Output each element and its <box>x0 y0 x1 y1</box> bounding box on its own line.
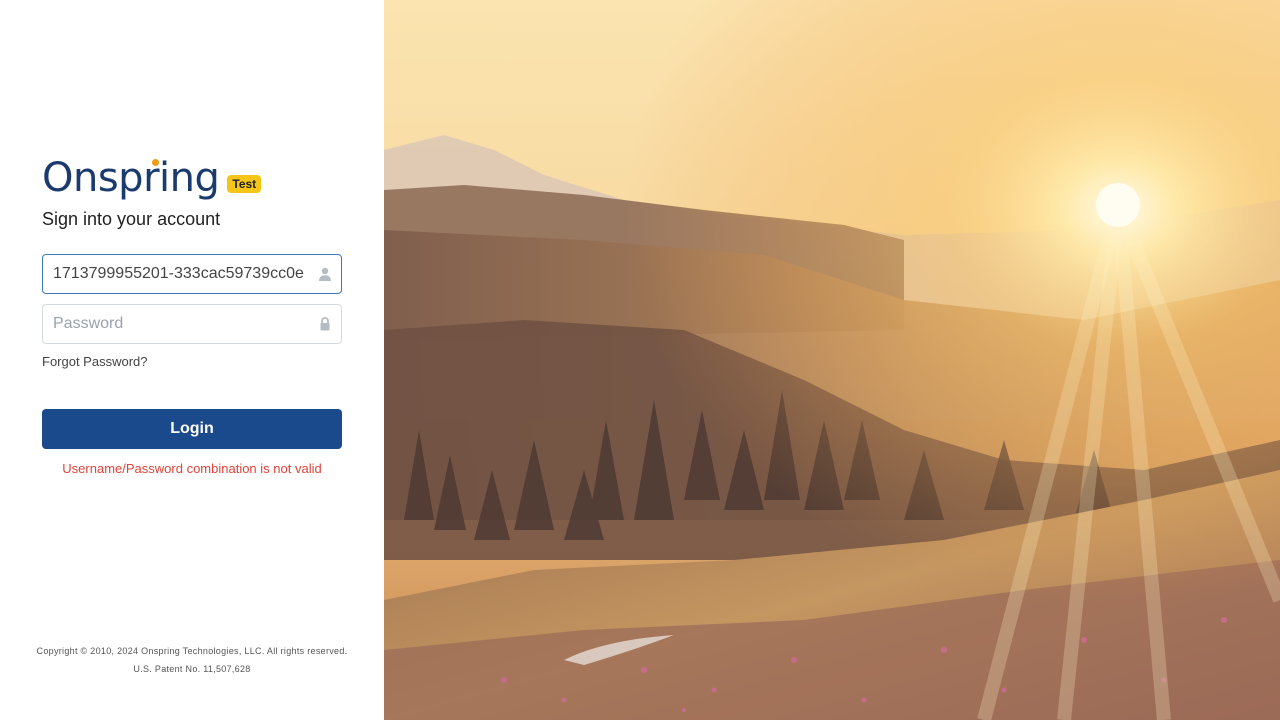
footer: Copyright © 2010, 2024 Onspring Technolo… <box>0 642 384 678</box>
user-icon <box>319 267 331 281</box>
background-image <box>384 0 1280 720</box>
username-field <box>42 254 342 294</box>
sunrise-mountain-landscape <box>384 0 1280 720</box>
username-input[interactable] <box>43 255 315 293</box>
login-button[interactable]: Login <box>42 409 342 449</box>
login-panel: Onspring Test Sign into your account 171… <box>0 0 384 720</box>
onspring-logo: Onspring <box>42 155 220 201</box>
login-page: Onspring Test Sign into your account 171… <box>0 0 1280 720</box>
password-input[interactable] <box>43 305 315 343</box>
logo-text: Onspring <box>42 155 220 201</box>
forgot-password-link[interactable]: Forgot Password? <box>42 354 148 369</box>
patent-text: U.S. Patent No. 11,507,628 <box>133 664 251 674</box>
brand: Onspring Test <box>42 152 342 198</box>
password-field <box>42 304 342 344</box>
login-error-message: Username/Password combination is not val… <box>62 461 322 476</box>
logo-dot <box>152 159 159 166</box>
environment-badge: Test <box>227 175 262 193</box>
copyright-text: Copyright © 2010, 2024 Onspring Technolo… <box>36 646 348 656</box>
lock-icon <box>320 317 330 331</box>
login-form: Onspring Test Sign into your account 171… <box>42 152 342 476</box>
page-subtitle: Sign into your account <box>42 209 221 229</box>
